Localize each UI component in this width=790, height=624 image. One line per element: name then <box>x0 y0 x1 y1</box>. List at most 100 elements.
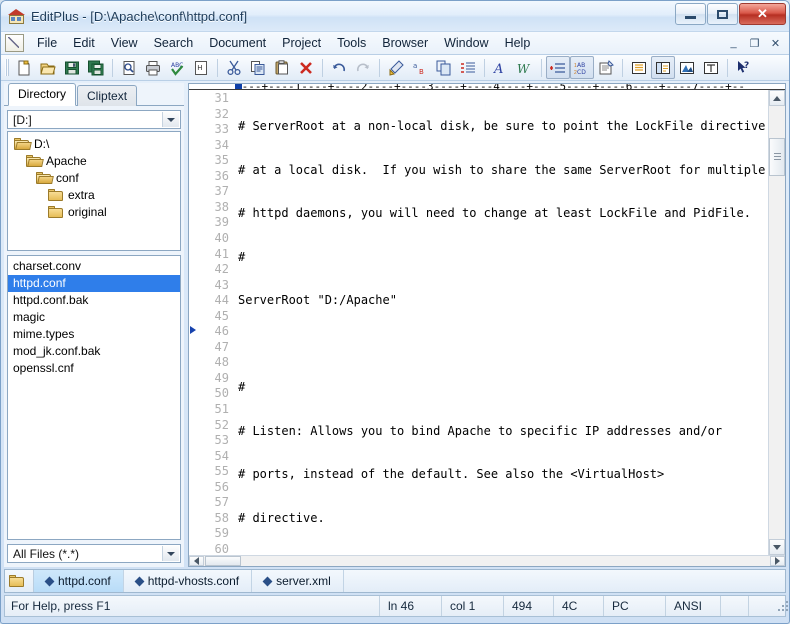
file-filter-select[interactable]: All Files (*.*) <box>7 544 181 563</box>
tree-node-apache[interactable]: Apache <box>8 152 180 169</box>
scroll-right-button[interactable] <box>770 556 785 566</box>
menu-item-search[interactable]: Search <box>146 34 202 52</box>
menu-item-window[interactable]: Window <box>436 34 496 52</box>
chevron-down-icon[interactable] <box>162 546 179 561</box>
delete-icon[interactable] <box>294 56 318 79</box>
tab-directory[interactable]: Directory <box>8 83 77 106</box>
code-line[interactable]: # Listen: Allows you to bind Apache to s… <box>235 424 768 440</box>
tab-cliptext[interactable]: Cliptext <box>77 85 138 106</box>
code-text-area[interactable]: # ServerRoot at a non-local disk, be sur… <box>235 90 768 555</box>
list-item[interactable]: mod_jk.conf.bak <box>8 343 180 360</box>
vertical-scrollbar-thumb[interactable] <box>769 138 785 177</box>
code-line[interactable]: # at a local disk. If you wish to share … <box>235 163 768 179</box>
minimize-button[interactable] <box>675 3 706 25</box>
document-selector-icon[interactable] <box>627 56 651 79</box>
tree-node-d-drive[interactable]: D:\ <box>8 135 180 152</box>
open-folder-button[interactable] <box>5 570 34 592</box>
print-icon[interactable] <box>141 56 165 79</box>
code-line[interactable]: # <box>235 380 768 396</box>
code-line[interactable]: # <box>235 250 768 266</box>
list-item[interactable]: openssl.cnf <box>8 360 180 377</box>
duplicate-icon[interactable] <box>432 56 456 79</box>
horizontal-scrollbar-thumb[interactable] <box>205 556 241 566</box>
svg-text:1: 1 <box>574 63 577 69</box>
horizontal-scrollbar[interactable] <box>189 555 785 566</box>
doc-tab-server-xml[interactable]: server.xml <box>252 570 344 592</box>
indent-icon[interactable] <box>456 56 480 79</box>
save-all-icon[interactable] <box>84 56 108 79</box>
highlight-icon[interactable] <box>384 56 408 79</box>
code-line[interactable]: ServerRoot "D:/Apache" <box>235 293 768 309</box>
menu-item-edit[interactable]: Edit <box>65 34 103 52</box>
tree-node-extra[interactable]: extra <box>8 186 180 203</box>
cut-icon[interactable] <box>222 56 246 79</box>
current-line-arrow-icon <box>190 326 196 335</box>
new-file-icon[interactable] <box>12 56 36 79</box>
menu-item-tools[interactable]: Tools <box>329 34 374 52</box>
tree-node-original[interactable]: original <box>8 203 180 220</box>
menu-item-project[interactable]: Project <box>274 34 329 52</box>
code-line[interactable]: # ports, instead of the default. See als… <box>235 467 768 483</box>
print-preview-icon[interactable] <box>117 56 141 79</box>
code-line[interactable]: # ServerRoot at a non-local disk, be sur… <box>235 119 768 135</box>
line-number: 59 <box>214 526 229 541</box>
chevron-down-icon[interactable] <box>162 112 179 127</box>
mdi-minimize-button[interactable]: _ <box>724 34 743 52</box>
modified-dot-icon <box>44 576 55 586</box>
tree-node-label: original <box>68 204 107 219</box>
font-icon[interactable]: A <box>489 56 513 79</box>
undo-icon[interactable] <box>327 56 351 79</box>
close-button[interactable]: ✕ <box>739 3 786 25</box>
list-item[interactable]: httpd.conf.bak <box>8 292 180 309</box>
menu-item-browser[interactable]: Browser <box>374 34 436 52</box>
line-number: 41 <box>214 246 229 261</box>
menu-item-document[interactable]: Document <box>201 34 274 52</box>
menu-item-file[interactable]: File <box>29 34 65 52</box>
mdi-restore-button[interactable]: ❐ <box>745 34 764 52</box>
ftp-icon[interactable] <box>675 56 699 79</box>
editplus-icon <box>8 8 25 25</box>
list-item[interactable]: httpd.conf <box>8 275 180 292</box>
scroll-left-button[interactable] <box>189 556 204 566</box>
html-toolbar-icon[interactable]: H <box>189 56 213 79</box>
doc-tab-httpd-conf[interactable]: httpd.conf <box>34 570 124 592</box>
directory-tree[interactable]: D:\ Apache conf extra original <box>7 131 181 251</box>
list-item[interactable]: charset.conv <box>8 258 180 275</box>
save-icon[interactable] <box>60 56 84 79</box>
redo-icon[interactable] <box>351 56 375 79</box>
code-line[interactable] <box>235 337 768 353</box>
match-case-icon[interactable]: AB CD 1 2 <box>570 56 594 79</box>
paste-icon[interactable] <box>270 56 294 79</box>
maximize-button[interactable] <box>707 3 738 25</box>
resize-grip-icon[interactable] <box>776 599 788 613</box>
list-item[interactable]: mime.types <box>8 326 180 343</box>
drive-select[interactable]: [D:] <box>7 110 181 129</box>
menu-item-view[interactable]: View <box>103 34 146 52</box>
line-number: 58 <box>214 510 229 525</box>
doc-tab-httpd-vhosts-conf[interactable]: httpd-vhosts.conf <box>124 570 253 592</box>
scroll-down-button[interactable] <box>769 539 785 555</box>
spellcheck-icon[interactable]: ABC <box>165 56 189 79</box>
help-pointer-icon[interactable]: ? <box>732 56 756 79</box>
line-numbers-icon[interactable] <box>546 56 570 79</box>
directory-window-icon[interactable] <box>651 56 675 79</box>
preview-icon[interactable] <box>594 56 618 79</box>
file-list[interactable]: charset.conv httpd.conf httpd.conf.bak m… <box>7 255 181 540</box>
scroll-up-button[interactable] <box>769 90 785 107</box>
vertical-scrollbar[interactable] <box>768 90 785 555</box>
word-wrap-icon[interactable]: W <box>513 56 537 79</box>
mdi-close-button[interactable]: ✕ <box>766 34 785 52</box>
find-replace-icon[interactable]: aB <box>408 56 432 79</box>
open-file-icon[interactable] <box>36 56 60 79</box>
copy-icon[interactable] <box>246 56 270 79</box>
code-line[interactable]: # directive. <box>235 511 768 527</box>
chevron-left-icon <box>194 557 199 565</box>
tree-node-conf[interactable]: conf <box>8 169 180 186</box>
drive-selector-container: [D:] <box>4 106 184 131</box>
tree-node-label: extra <box>68 187 95 202</box>
menu-item-help[interactable]: Help <box>497 34 539 52</box>
code-line[interactable]: # httpd daemons, you will need to change… <box>235 206 768 222</box>
list-item[interactable]: magic <box>8 309 180 326</box>
toolbar-grip[interactable] <box>5 59 9 76</box>
template-icon[interactable] <box>699 56 723 79</box>
